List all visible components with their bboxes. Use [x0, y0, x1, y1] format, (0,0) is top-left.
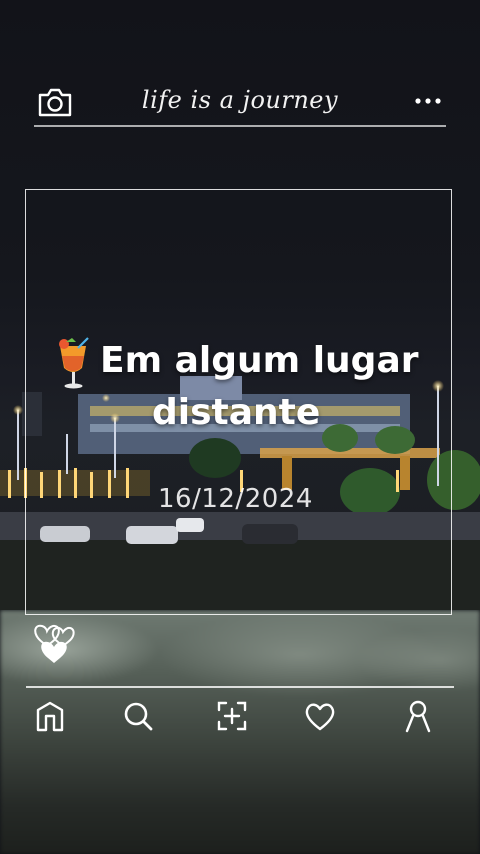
camera-icon[interactable] — [36, 86, 74, 118]
post-date: 16/12/2024 — [158, 484, 313, 514]
tropical-drink-icon — [56, 336, 92, 392]
search-icon[interactable] — [120, 698, 156, 734]
header-divider — [34, 125, 446, 127]
nav-divider — [26, 686, 454, 688]
post-caption: Em algum lugar distante — [50, 336, 470, 446]
app-title: life is a journey — [141, 86, 339, 114]
caption-line-1: Em algum lugar — [100, 340, 419, 381]
home-icon[interactable] — [32, 698, 68, 734]
more-dots-icon[interactable] — [412, 92, 444, 110]
profile-icon[interactable] — [400, 698, 436, 734]
hearts-icon[interactable] — [30, 620, 78, 666]
scan-plus-icon[interactable] — [214, 698, 250, 734]
heart-icon[interactable] — [302, 698, 338, 734]
caption-line-2: distante — [152, 392, 321, 433]
